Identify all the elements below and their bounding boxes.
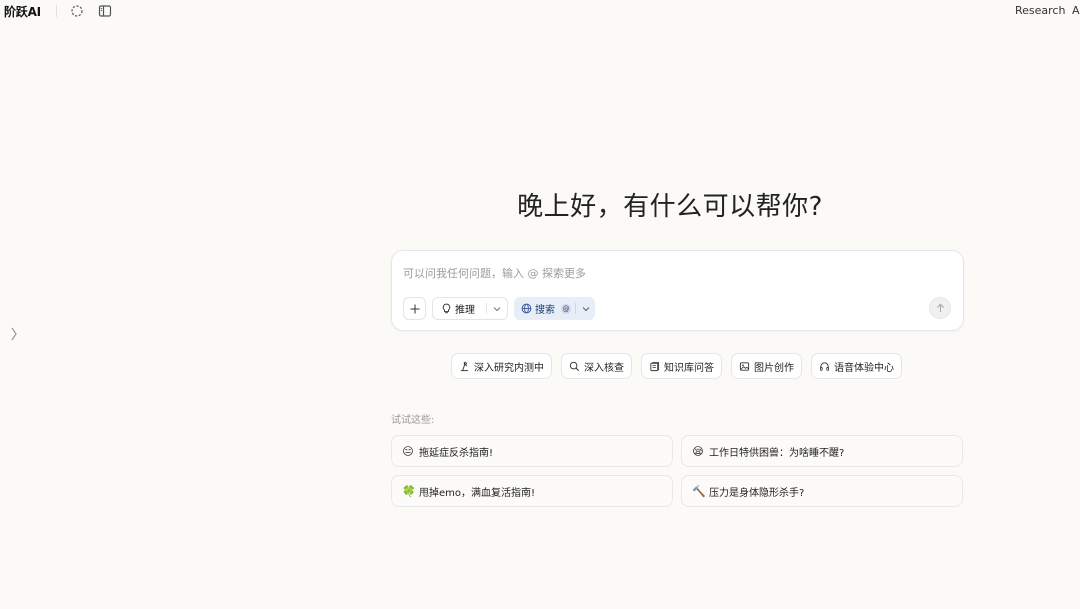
sidebar-toggle-icon[interactable] [97, 3, 113, 19]
suggestions-title: 试试这些: [391, 415, 435, 426]
top-link-a[interactable]: A [1072, 4, 1080, 17]
chat-composer: 推理 搜索 @ [391, 250, 964, 331]
search-toggle-group: 搜索 @ [514, 297, 595, 320]
chip-deep-research[interactable]: 深入研究内测中 [451, 353, 552, 379]
reasoning-toggle-group: 推理 [432, 297, 508, 320]
chip-deep-verify[interactable]: 深入核查 [561, 353, 632, 379]
top-bar: 阶跃AI Research A [0, 0, 1080, 22]
send-button[interactable] [929, 297, 951, 319]
sleepy-face-icon: 😪 [692, 444, 704, 458]
knowledge-base-icon [650, 361, 660, 371]
reasoning-button[interactable]: 推理 [433, 298, 486, 319]
search-label: 搜索 [535, 305, 555, 316]
plus-icon [410, 304, 419, 313]
chip-knowledge-base[interactable]: 知识库问答 [641, 353, 722, 379]
arrow-up-icon [936, 303, 944, 312]
chevron-down-icon [493, 306, 501, 311]
clover-icon: 🍀 [402, 484, 416, 498]
globe-icon [521, 303, 532, 314]
top-divider [56, 5, 57, 17]
chevron-down-icon [582, 306, 589, 311]
chat-input[interactable] [403, 264, 943, 282]
suggestion-card[interactable]: 😑 拖延症反杀指南! [391, 435, 673, 467]
brand-logo[interactable]: 阶跃AI [4, 3, 41, 20]
research-icon [460, 361, 469, 371]
hammer-icon: 🔨 [692, 484, 706, 498]
expressionless-face-icon: 😑 [402, 444, 414, 458]
suggestion-card[interactable]: 🍀 甩掉emo，满血复活指南! [391, 475, 673, 507]
lightbulb-icon [442, 303, 451, 314]
suggestion-card[interactable]: 🔨 压力是身体隐形杀手? [681, 475, 963, 507]
image-icon [739, 361, 750, 371]
feature-chips: 深入研究内测中 深入核查 知识库问答 图片创作 语音体验中心 [451, 353, 902, 379]
greeting-title: 晚上好，有什么可以帮你? [517, 192, 823, 222]
research-link[interactable]: Research [1015, 4, 1065, 17]
reasoning-dropdown[interactable] [487, 298, 507, 319]
reasoning-label: 推理 [455, 305, 475, 316]
search-dropdown[interactable] [576, 297, 595, 320]
chip-image-creation[interactable]: 图片创作 [731, 353, 802, 379]
search-button[interactable]: 搜索 @ [514, 297, 575, 320]
magnifier-icon [569, 361, 580, 371]
expand-sidebar-chevron-icon[interactable] [8, 325, 20, 343]
search-source-badge: @ [561, 303, 571, 314]
headphones-icon [819, 361, 830, 371]
chip-voice-center[interactable]: 语音体验中心 [811, 353, 902, 379]
add-attachment-button[interactable] [403, 297, 426, 320]
new-chat-icon[interactable] [69, 3, 85, 19]
suggestion-card[interactable]: 😪 工作日特供困兽：为啥睡不醒? [681, 435, 963, 467]
